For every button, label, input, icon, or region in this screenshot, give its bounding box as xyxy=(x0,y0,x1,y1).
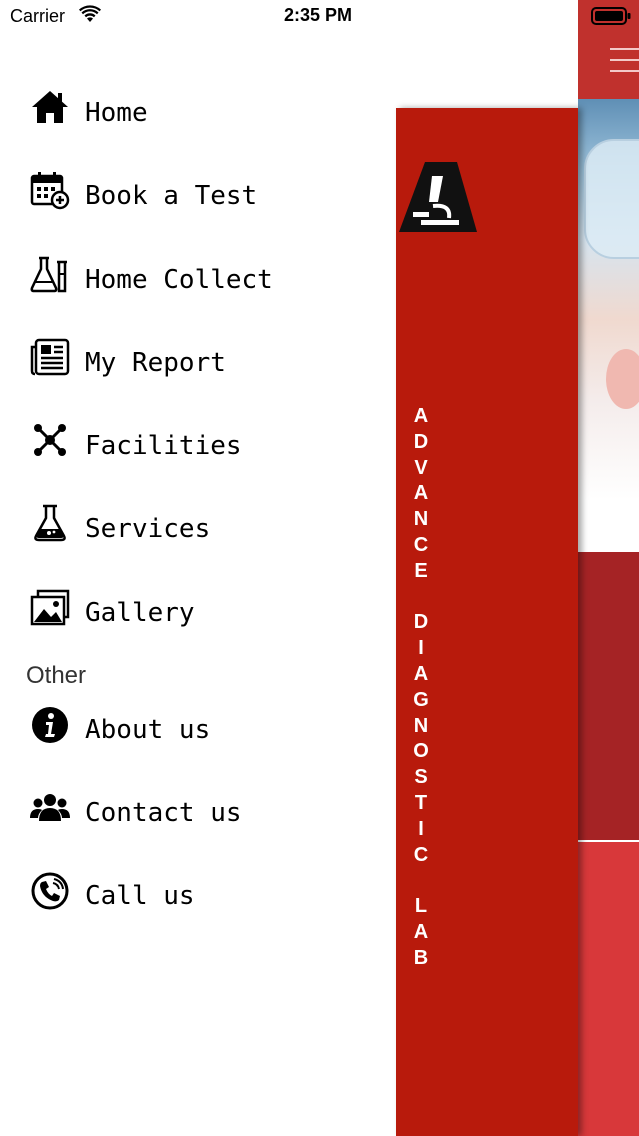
users-icon xyxy=(30,794,70,821)
menu-item-label: Contact us xyxy=(85,798,242,828)
brand-letter: C xyxy=(413,533,429,556)
brand-letter: C xyxy=(413,843,429,866)
menu-item-label: Home xyxy=(85,98,148,128)
clock: 2:35 PM xyxy=(284,5,353,25)
brand-letter: S xyxy=(414,766,428,789)
menu-item-label: Call us xyxy=(85,881,195,911)
menu-item-facilities[interactable]: Facilities xyxy=(0,408,396,478)
home-icon xyxy=(32,91,68,123)
background-app-screen[interactable] xyxy=(578,0,639,1136)
flask-icon xyxy=(34,504,66,542)
brand-letter: N xyxy=(413,508,429,531)
menu-item-label: Facilities xyxy=(85,431,242,461)
status-bar: Carrier 2:35 PM xyxy=(0,0,639,32)
brand-letter: D xyxy=(413,430,429,453)
brand-letter: V xyxy=(414,456,428,479)
brand-letter: G xyxy=(413,688,429,711)
menu-item-label: My Report xyxy=(85,348,226,378)
background-dark-red-panel xyxy=(578,552,639,840)
menu-item-label: About us xyxy=(85,715,211,745)
info-icon xyxy=(32,707,68,743)
report-icon xyxy=(30,338,70,376)
wifi-icon xyxy=(79,5,101,22)
menu-item-call-us[interactable]: Call us xyxy=(0,858,396,928)
brand-letter: D xyxy=(413,611,429,634)
brand-letter: I xyxy=(418,817,424,840)
phone-icon xyxy=(31,872,69,910)
background-white-strip xyxy=(578,500,639,552)
lab-flasks-icon xyxy=(30,256,67,293)
brand-letter: A xyxy=(413,920,429,943)
background-red-panel xyxy=(578,842,639,1136)
brand-letter xyxy=(410,868,432,894)
calendar-add-icon xyxy=(30,172,70,210)
menu-item-label: Gallery xyxy=(85,598,195,628)
brand-letter: B xyxy=(413,946,429,969)
brand-letter: A xyxy=(413,482,429,505)
menu-item-label: Services xyxy=(85,514,211,544)
carrier-label: Carrier xyxy=(10,6,66,26)
network-icon xyxy=(34,424,66,456)
brand-letter: I xyxy=(418,637,424,660)
menu-item-home[interactable]: Home xyxy=(0,75,396,145)
menu-item-gallery[interactable]: Gallery xyxy=(0,575,396,645)
lab-photo xyxy=(578,99,639,500)
gallery-icon xyxy=(30,589,70,626)
brand-letter xyxy=(410,585,432,611)
menu-item-book-a-test[interactable]: Book a Test xyxy=(0,158,396,228)
brand-letter: L xyxy=(414,895,428,918)
menu-item-my-report[interactable]: My Report xyxy=(0,325,396,395)
menu-item-services[interactable]: Services xyxy=(0,491,396,561)
menu-item-label: Home Collect xyxy=(85,265,273,295)
menu-item-label: Book a Test xyxy=(85,181,258,211)
hamburger-menu-icon[interactable] xyxy=(610,48,639,76)
brand-letter: E xyxy=(414,559,428,582)
brand-banner: ADVANCE DIAGNOSTIC LAB xyxy=(396,108,578,1136)
battery-icon xyxy=(591,7,631,25)
menu-item-home-collect[interactable]: Home Collect xyxy=(0,242,396,312)
microscope-logo xyxy=(399,162,477,232)
section-header-other: Other xyxy=(26,662,87,689)
brand-letter: O xyxy=(413,740,429,763)
menu-item-about-us[interactable]: About us xyxy=(0,692,396,762)
brand-letter: N xyxy=(413,714,429,737)
brand-letter: T xyxy=(414,791,428,814)
brand-letter: A xyxy=(413,405,429,427)
menu-item-contact-us[interactable]: Contact us xyxy=(0,775,396,845)
brand-letter: A xyxy=(413,662,429,685)
brand-vertical-text: ADVANCE DIAGNOSTIC LAB xyxy=(410,404,432,972)
